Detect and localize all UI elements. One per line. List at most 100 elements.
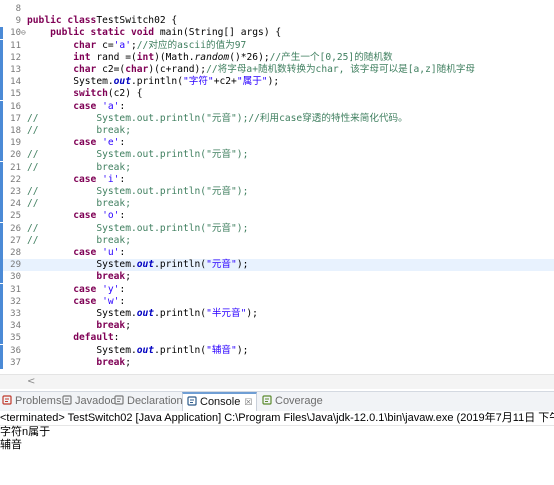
tab-coverage[interactable]: Coverage [262,392,323,411]
line-number: 14 [10,77,21,88]
code-line[interactable]: 28 case 'u': [0,247,554,259]
code-token: //产生一个[0,25]的随机数 [269,51,393,63]
code-token: public static void [50,27,155,39]
code-line[interactable]: 23 // System.out.println("元音"); [0,186,554,198]
fold-icon[interactable]: ⊖ [21,27,26,39]
code-token: System. [96,259,137,271]
code-token: default [73,332,114,344]
close-icon[interactable]: ☒ [244,397,252,407]
code-line[interactable]: 27 // break; [0,234,554,247]
code-token: 'w' [102,295,120,307]
code-line[interactable]: 33 System.out.println("半元音"); [0,308,554,320]
code-line[interactable]: 25 case 'o': [0,210,554,223]
code-line[interactable]: 20 // System.out.println("元音"); [0,149,554,162]
code-token: +c2+ [213,76,237,88]
code-line[interactable]: 15 switch(c2) { [0,88,554,101]
code-line[interactable]: 10 ⊖ public static void main(String[] arg… [0,27,554,40]
line-number: 16 [10,101,21,112]
code-token: ; [125,320,131,332]
code-line[interactable]: 31 case 'y': [0,283,554,296]
code-token: break; [96,198,131,210]
line-number: 18 [10,126,21,136]
code-line[interactable]: 19 case 'e': [0,137,554,150]
line-number: 36 [10,345,21,356]
code-line[interactable]: 24 // break; [0,198,554,211]
change-marker [0,234,3,247]
code-token: System.out.println("元音"); [96,186,249,197]
change-marker [0,295,3,308]
change-marker [0,283,3,296]
line-number: 19 [10,138,21,149]
code-token: ()*26); [229,51,270,63]
change-marker [0,112,3,125]
code-text: // System.out.println("元音");//利用case穿透的特… [27,113,408,125]
code-line[interactable]: 36 System.out.println("辅音"); [0,344,554,357]
code-token: (c2) { [107,88,143,100]
code-line[interactable]: 35 default: [0,332,554,345]
code-token: out [136,259,155,271]
code-text: char c2=(char)(c+rand);//将字母a+随机数转换为char… [27,64,475,76]
tab-label: Coverage [275,395,323,407]
code-token: case [73,173,97,185]
code-line[interactable]: 18 // break; [0,125,554,137]
code-line[interactable]: 26 // System.out.println("元音"); [0,222,554,235]
code-line[interactable]: 12 int rand =(int)(Math.random()*26);//产… [0,51,554,64]
line-number: 26 [10,223,21,234]
code-token: case [73,295,97,307]
code-text: int rand =(int)(Math.random()*26);//产生一个… [27,51,393,64]
comment-prefix: // [27,161,39,173]
line-number: 27 [10,235,21,246]
code-text: // break; [27,162,131,174]
current-code-line[interactable]: 29 System.out.println("元音"); [0,259,554,272]
tab-problems[interactable]: Problems [2,392,61,411]
code-token: char [73,39,97,51]
line-number: 9 [15,16,21,27]
code-token: : [119,100,126,112]
code-token: TestSwitch02 { [96,15,178,27]
code-line[interactable]: 30 break; [0,271,554,284]
console-view[interactable]: <terminated> TestSwitch02 [Java Applicat… [0,411,554,485]
change-marker [0,210,3,223]
change-marker [0,186,3,198]
code-line[interactable]: 17 // System.out.println("元音");//利用case穿透… [0,112,554,125]
tab-console[interactable]: Console ☒ [182,392,258,411]
bottom-panel-tabs: Problems Javadoc Declaration Console ☒ Covera… [0,391,554,412]
code-line[interactable]: 9 public classTestSwitch02 { [0,15,554,27]
line-number: 31 [10,284,21,295]
code-line[interactable]: 14 System.out.println("字符"+c2+"属于"); [0,76,554,89]
code-text: public static void main(String[] args) { [27,27,281,39]
code-text: System.out.println("字符"+c2+"属于"); [27,76,279,88]
code-line[interactable]: 34 break; [0,320,554,333]
change-marker [0,149,3,162]
code-line[interactable]: 32 case 'w': [0,295,554,308]
code-text: switch(c2) { [27,88,143,100]
code-line[interactable]: 11 char c='a';//对应的ascii的值为97 [0,39,554,52]
code-text: case 'y': [27,284,125,296]
code-token: out [136,344,155,356]
code-editor[interactable]: 8 9 public classTestSwitch02 {10 ⊖ public s… [0,0,554,391]
code-token: : [119,173,126,185]
code-text: public classTestSwitch02 { [27,15,177,27]
tab-javadoc[interactable]: Javadoc [62,392,116,411]
code-line[interactable]: 37 break; [0,356,554,369]
code-line[interactable]: 22 case 'i': [0,173,554,186]
code-token: //将字母a+随机数转换为char, 该字母可以是[a,z]随机字母 [206,64,476,75]
console-output-line: 辅音 [0,439,22,451]
tab-declaration[interactable]: Declaration [114,392,183,411]
comment-prefix: // [27,222,39,234]
code-line[interactable]: 13 char c2=(char)(c+rand);//将字母a+随机数转换为c… [0,64,554,76]
code-token: ; [125,356,131,368]
code-token: System.out.println("元音");//利用case穿透的特性来简… [96,112,408,124]
code-line[interactable]: 8 [0,3,554,15]
code-line[interactable]: 21 // break; [0,161,554,174]
horizontal-scrollbar[interactable]: < [0,374,554,389]
scroll-left-icon[interactable]: < [27,376,37,388]
code-line[interactable]: 16 case 'a': [0,100,554,113]
